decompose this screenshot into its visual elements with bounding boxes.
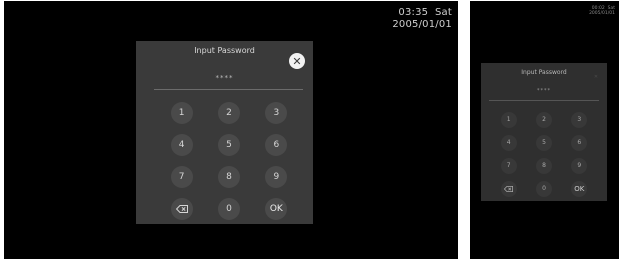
ok-button[interactable]: OK (265, 198, 288, 220)
close-icon: ✕ (292, 54, 302, 68)
clock-weekday: Sat (435, 7, 452, 18)
key-5[interactable]: 5 (217, 134, 240, 156)
key-9[interactable]: 9 (265, 166, 288, 188)
divider (154, 89, 303, 90)
ok-button[interactable]: OK (571, 180, 588, 197)
status-clock: 03:35 Sat 2005/01/01 (392, 7, 452, 30)
clock-time: 03:35 (398, 7, 429, 18)
device-screen-small: 00:02 Sat 2005/01/01 Input Password ✕ **… (470, 1, 619, 259)
divider (489, 100, 599, 101)
key-0[interactable]: 0 (217, 198, 240, 220)
dialog-title: Input Password (521, 69, 567, 76)
key-4[interactable]: 4 (500, 134, 517, 151)
key-6[interactable]: 6 (265, 134, 288, 156)
key-1[interactable]: 1 (500, 111, 517, 128)
key-8[interactable]: 8 (217, 166, 240, 188)
password-field[interactable]: **** (481, 88, 607, 94)
backspace-button[interactable] (500, 180, 517, 197)
clock-date: 2005/01/01 (589, 11, 615, 17)
close-button[interactable]: ✕ (593, 74, 599, 80)
password-dialog: Input Password ✕ **** 1 2 3 4 5 6 7 8 9 … (481, 63, 607, 201)
key-7[interactable]: 7 (170, 166, 193, 188)
key-8[interactable]: 8 (535, 157, 552, 174)
close-button[interactable]: ✕ (289, 53, 305, 69)
key-3[interactable]: 3 (571, 111, 588, 128)
status-clock: 00:02 Sat 2005/01/01 (589, 6, 615, 16)
key-0[interactable]: 0 (535, 180, 552, 197)
key-9[interactable]: 9 (571, 157, 588, 174)
key-1[interactable]: 1 (170, 102, 193, 124)
password-field[interactable]: **** (136, 74, 313, 82)
dialog-title: Input Password (194, 46, 255, 55)
clock-date: 2005/01/01 (392, 18, 452, 30)
key-7[interactable]: 7 (500, 157, 517, 174)
key-6[interactable]: 6 (571, 134, 588, 151)
key-2[interactable]: 2 (217, 102, 240, 124)
backspace-icon (175, 205, 188, 213)
password-dialog: Input Password ✕ **** 1 2 3 4 5 6 7 8 9 … (136, 41, 313, 224)
device-screen-large: 03:35 Sat 2005/01/01 Input Password ✕ **… (4, 1, 458, 259)
key-2[interactable]: 2 (535, 111, 552, 128)
backspace-icon (504, 185, 514, 192)
numeric-keypad: 1 2 3 4 5 6 7 8 9 0 OK (158, 97, 300, 225)
key-3[interactable]: 3 (265, 102, 288, 124)
numeric-keypad: 1 2 3 4 5 6 7 8 9 0 OK (491, 108, 597, 200)
close-icon: ✕ (593, 74, 599, 80)
key-4[interactable]: 4 (170, 134, 193, 156)
backspace-button[interactable] (170, 198, 193, 220)
key-5[interactable]: 5 (535, 134, 552, 151)
